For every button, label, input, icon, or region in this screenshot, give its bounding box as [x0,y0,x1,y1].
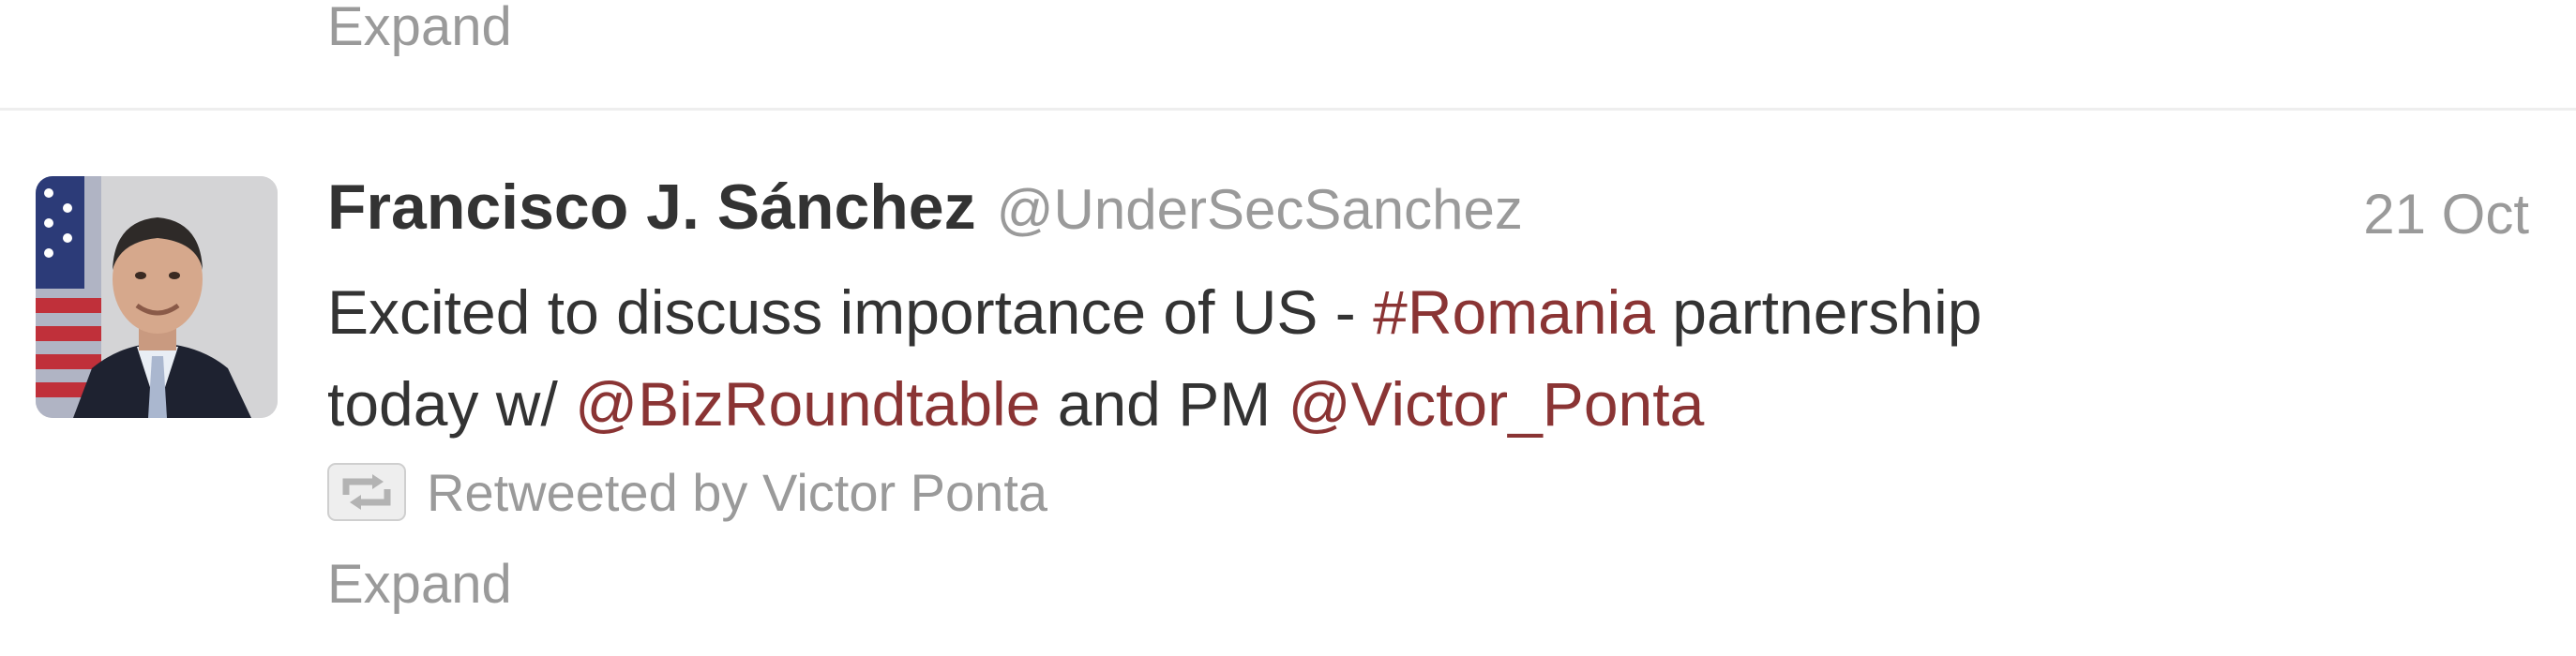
tweet-text-segment: and PM [1040,369,1288,439]
tweet-text-line: Excited to discuss importance of US - #R… [327,266,2390,358]
previous-tweet-expand-link[interactable]: Expand [327,0,512,54]
author-fullname[interactable]: Francisco J. Sánchez [327,171,976,243]
tweet-timestamp[interactable]: 21 Oct [2363,182,2529,246]
tweet-text-line: today w/ @BizRoundtable and PM @Victor_P… [327,358,2390,450]
retweet-context: Retweeted by Victor Ponta [327,459,1047,525]
tweet-header: Francisco J. Sánchez @UnderSecSanchez [327,171,1523,244]
tweet-text-segment: today w/ [327,369,576,439]
mention-link[interactable]: @Victor_Ponta [1288,369,1705,439]
tweet-item[interactable]: Francisco J. Sánchez @UnderSecSanchez 21 … [0,111,2576,656]
author-username[interactable]: @UnderSecSanchez [997,178,1523,241]
hashtag-link[interactable]: #Romania [1373,277,1655,347]
mention-link[interactable]: @BizRoundtable [575,369,1040,439]
tweet-text-segment: Excited to discuss importance of US - [327,277,1374,347]
expand-link[interactable]: Expand [327,553,512,616]
tweet-text: Excited to discuss importance of US - #R… [327,266,2390,450]
avatar[interactable] [36,176,278,418]
profile-photo-icon [36,176,278,418]
retweet-icon [327,463,406,521]
tweet-text-segment: partnership [1654,277,1982,347]
retweeted-by-text[interactable]: Retweeted by Victor Ponta [427,462,1047,523]
